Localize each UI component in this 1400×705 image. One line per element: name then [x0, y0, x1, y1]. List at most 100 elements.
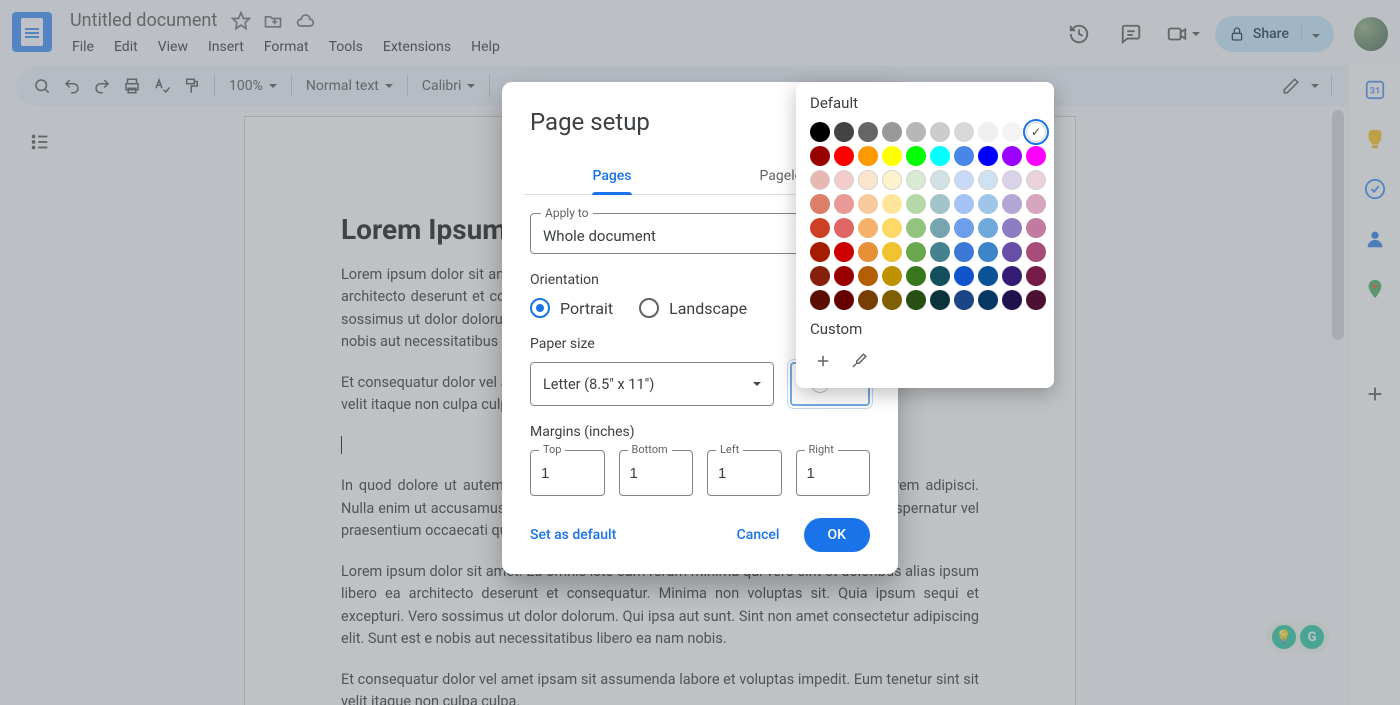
color-swatch[interactable] — [858, 122, 878, 142]
color-swatch[interactable] — [1026, 146, 1046, 166]
color-swatch[interactable] — [882, 266, 902, 286]
color-swatch[interactable] — [882, 290, 902, 310]
color-swatch[interactable] — [858, 146, 878, 166]
color-swatch[interactable] — [1002, 266, 1022, 286]
color-swatch[interactable] — [858, 170, 878, 190]
color-swatch[interactable] — [810, 266, 830, 286]
color-swatch[interactable] — [882, 194, 902, 214]
color-swatch[interactable] — [858, 242, 878, 262]
color-swatch[interactable] — [954, 218, 974, 238]
color-swatch[interactable] — [834, 218, 854, 238]
color-swatch[interactable] — [930, 194, 950, 214]
color-swatch[interactable] — [858, 218, 878, 238]
color-swatch[interactable] — [1026, 218, 1046, 238]
margin-right-field[interactable]: Right — [796, 450, 871, 496]
color-swatch[interactable] — [1002, 290, 1022, 310]
color-swatch[interactable] — [1026, 290, 1046, 310]
apply-to-value: Whole document — [543, 227, 656, 245]
margin-bottom-input[interactable] — [630, 465, 683, 482]
orientation-portrait[interactable]: Portrait — [530, 298, 613, 318]
color-swatch[interactable] — [834, 122, 854, 142]
color-swatch[interactable] — [1002, 194, 1022, 214]
color-swatch[interactable] — [930, 290, 950, 310]
color-swatch[interactable] — [834, 242, 854, 262]
color-swatch[interactable] — [978, 146, 998, 166]
apply-to-label: Apply to — [541, 206, 593, 220]
color-swatch[interactable] — [882, 146, 902, 166]
color-swatch[interactable] — [978, 122, 998, 142]
color-swatch[interactable] — [906, 194, 926, 214]
margin-left-field[interactable]: Left — [707, 450, 782, 496]
color-swatch[interactable] — [978, 218, 998, 238]
color-swatch[interactable] — [1026, 194, 1046, 214]
color-swatch[interactable] — [1026, 242, 1046, 262]
color-swatch[interactable] — [1026, 266, 1046, 286]
margin-top-field[interactable]: Top — [530, 450, 605, 496]
color-swatch[interactable] — [930, 146, 950, 166]
color-swatch[interactable] — [1002, 146, 1022, 166]
color-swatch[interactable] — [882, 122, 902, 142]
color-swatch[interactable] — [1026, 122, 1046, 142]
color-swatch[interactable] — [810, 242, 830, 262]
color-swatch[interactable] — [810, 194, 830, 214]
color-swatch[interactable] — [834, 194, 854, 214]
color-swatch[interactable] — [954, 266, 974, 286]
margin-right-input[interactable] — [807, 465, 860, 482]
color-swatch[interactable] — [906, 266, 926, 286]
color-swatch[interactable] — [834, 170, 854, 190]
color-swatch[interactable] — [810, 146, 830, 166]
color-swatch[interactable] — [930, 242, 950, 262]
color-swatch[interactable] — [1002, 122, 1022, 142]
color-swatch[interactable] — [858, 194, 878, 214]
margin-bottom-field[interactable]: Bottom — [619, 450, 694, 496]
color-swatch[interactable] — [882, 170, 902, 190]
margin-left-input[interactable] — [718, 465, 771, 482]
color-swatch[interactable] — [954, 194, 974, 214]
color-swatch[interactable] — [882, 218, 902, 238]
color-swatch[interactable] — [906, 122, 926, 142]
color-swatch[interactable] — [978, 266, 998, 286]
color-swatch[interactable] — [978, 194, 998, 214]
color-swatch[interactable] — [1002, 242, 1022, 262]
dialog-actions: Set as default Cancel OK — [530, 518, 870, 552]
color-swatch[interactable] — [906, 290, 926, 310]
color-swatch[interactable] — [906, 242, 926, 262]
paper-size-select[interactable]: Letter (8.5" x 11") — [530, 362, 774, 406]
color-swatch[interactable] — [978, 290, 998, 310]
color-swatch[interactable] — [930, 218, 950, 238]
eyedropper-icon[interactable] — [846, 348, 872, 374]
color-swatch[interactable] — [834, 290, 854, 310]
color-swatch[interactable] — [882, 242, 902, 262]
color-swatch[interactable] — [1002, 218, 1022, 238]
color-swatch[interactable] — [930, 266, 950, 286]
color-swatch[interactable] — [1026, 170, 1046, 190]
color-swatch[interactable] — [978, 242, 998, 262]
color-swatch[interactable] — [906, 170, 926, 190]
color-swatch[interactable] — [954, 290, 974, 310]
color-swatch[interactable] — [810, 170, 830, 190]
color-swatch[interactable] — [1002, 170, 1022, 190]
color-swatch[interactable] — [906, 146, 926, 166]
color-swatch[interactable] — [810, 122, 830, 142]
color-swatch[interactable] — [834, 146, 854, 166]
color-swatch[interactable] — [930, 170, 950, 190]
ok-button[interactable]: OK — [804, 518, 871, 552]
cancel-button[interactable]: Cancel — [725, 519, 792, 551]
color-swatch[interactable] — [930, 122, 950, 142]
color-swatch[interactable] — [906, 218, 926, 238]
color-swatch[interactable] — [858, 290, 878, 310]
color-swatch[interactable] — [954, 122, 974, 142]
color-swatch[interactable] — [978, 170, 998, 190]
color-swatch[interactable] — [810, 290, 830, 310]
orientation-landscape[interactable]: Landscape — [639, 298, 747, 318]
color-swatch[interactable] — [834, 266, 854, 286]
color-swatch[interactable] — [954, 146, 974, 166]
add-custom-color-icon[interactable] — [810, 348, 836, 374]
margin-top-input[interactable] — [541, 465, 594, 482]
color-swatch[interactable] — [954, 170, 974, 190]
color-swatch[interactable] — [810, 218, 830, 238]
color-swatch[interactable] — [858, 266, 878, 286]
set-default-button[interactable]: Set as default — [530, 527, 616, 543]
tab-pages[interactable]: Pages — [524, 158, 700, 194]
color-swatch[interactable] — [954, 242, 974, 262]
